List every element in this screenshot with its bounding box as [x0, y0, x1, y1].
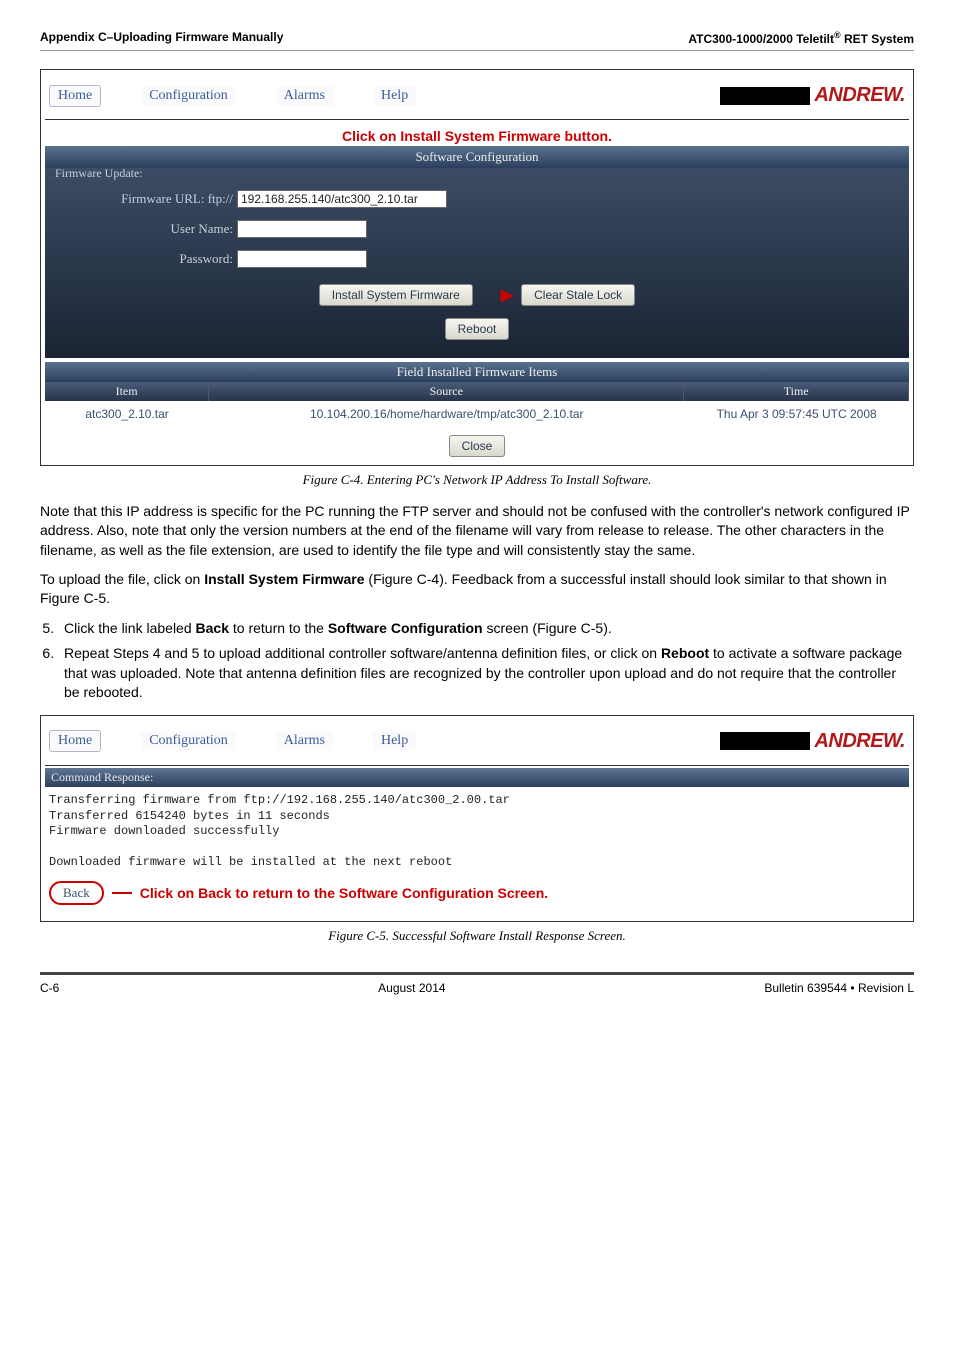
figure-c5-caption: Figure C-5. Successful Software Install …: [40, 928, 914, 944]
firmware-url-input[interactable]: [237, 190, 447, 208]
logo-bar-icon-2: [720, 732, 810, 750]
table-row: atc300_2.10.tar 10.104.200.16/home/hardw…: [45, 401, 909, 427]
close-button[interactable]: Close: [449, 435, 506, 457]
figure-c5-screenshot: Home Configuration Alarms Help ANDREW. C…: [40, 715, 914, 922]
nav-tabs: Home Configuration Alarms Help ANDREW.: [45, 74, 909, 113]
command-response-text: Transferring firmware from ftp://192.168…: [45, 787, 909, 873]
tab-help[interactable]: Help: [373, 86, 416, 106]
username-input[interactable]: [237, 220, 367, 238]
logo-bar-icon: [720, 87, 810, 105]
tab-alarms-2[interactable]: Alarms: [276, 731, 333, 751]
firmware-items-title: Field Installed Firmware Items: [45, 362, 909, 382]
firmware-update-legend: Firmware Update:: [51, 166, 147, 181]
logo-text-2: ANDREW.: [814, 730, 905, 753]
cell-source: 10.104.200.16/home/hardware/tmp/atc300_2…: [209, 405, 684, 423]
nav-tabs-2: Home Configuration Alarms Help ANDREW.: [45, 720, 909, 759]
tab-home[interactable]: Home: [49, 85, 101, 107]
firmware-url-label: Firmware URL: ftp://: [113, 191, 233, 207]
password-input[interactable]: [237, 250, 367, 268]
table-header-row: Item Source Time: [45, 382, 909, 401]
header-left: Appendix C–Uploading Firmware Manually: [40, 30, 283, 46]
cell-time: Thu Apr 3 09:57:45 UTC 2008: [684, 405, 909, 423]
install-system-firmware-button[interactable]: Install System Firmware: [319, 284, 473, 306]
footer-right: Bulletin 639544 • Revision L: [764, 981, 914, 995]
header-right: ATC300-1000/2000 Teletilt® RET System: [688, 30, 914, 46]
page-header: Appendix C–Uploading Firmware Manually A…: [40, 30, 914, 51]
back-callout: Click on Back to return to the Software …: [140, 885, 548, 901]
footer-left: C-6: [40, 981, 59, 995]
figure-c4-screenshot: Home Configuration Alarms Help ANDREW. C…: [40, 69, 914, 466]
username-label: User Name:: [113, 221, 233, 237]
tab-home-2[interactable]: Home: [49, 730, 101, 752]
tab-configuration-2[interactable]: Configuration: [141, 731, 236, 751]
install-firmware-callout: Click on Install System Firmware button.: [45, 128, 909, 144]
firmware-update-panel: Firmware Update: Firmware URL: ftp:// Us…: [45, 168, 909, 358]
logo-text: ANDREW.: [814, 84, 905, 107]
tab-configuration[interactable]: Configuration: [141, 86, 236, 106]
paragraph-ip-note: Note that this IP address is specific fo…: [40, 502, 914, 560]
footer-center: August 2014: [378, 981, 445, 995]
col-time-header: Time: [684, 382, 909, 401]
page-footer: C-6 August 2014 Bulletin 639544 • Revisi…: [40, 972, 914, 995]
tab-alarms[interactable]: Alarms: [276, 86, 333, 106]
step-5: Click the link labeled Back to return to…: [58, 619, 914, 639]
cell-item: atc300_2.10.tar: [45, 405, 209, 423]
red-arrow-icon: ▶: [501, 285, 513, 305]
callout-line-icon: [112, 892, 132, 894]
col-source-header: Source: [209, 382, 684, 401]
software-configuration-bar: Software Configuration: [45, 146, 909, 168]
step-6: Repeat Steps 4 and 5 to upload additiona…: [58, 644, 914, 703]
tab-help-2[interactable]: Help: [373, 731, 416, 751]
password-label: Password:: [113, 251, 233, 267]
back-button[interactable]: Back: [49, 881, 104, 905]
andrew-logo-2: ANDREW.: [720, 730, 905, 753]
reboot-button[interactable]: Reboot: [445, 318, 510, 340]
figure-c4-caption: Figure C-4. Entering PC's Network IP Add…: [40, 472, 914, 488]
steps-list: Click the link labeled Back to return to…: [58, 619, 914, 703]
command-response-bar: Command Response:: [45, 768, 909, 787]
andrew-logo: ANDREW.: [720, 84, 905, 107]
clear-stale-lock-button[interactable]: Clear Stale Lock: [521, 284, 635, 306]
paragraph-upload: To upload the file, click on Install Sys…: [40, 570, 914, 609]
col-item-header: Item: [45, 382, 209, 401]
